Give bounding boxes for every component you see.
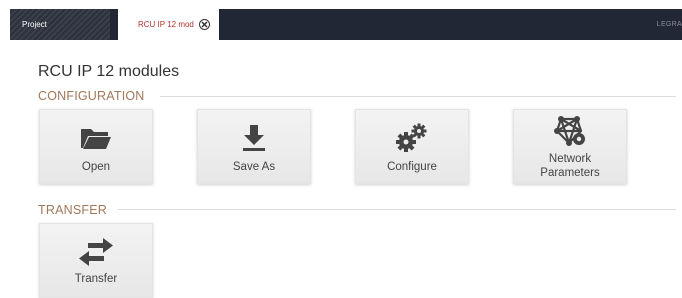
- download-icon: [198, 123, 310, 153]
- close-tab-icon[interactable]: [198, 19, 210, 30]
- section-divider: [118, 209, 676, 210]
- network-parameters-label: Network Parameters: [514, 152, 626, 180]
- section-divider: [160, 96, 676, 97]
- transfer-button[interactable]: Transfer: [39, 223, 153, 298]
- network-label-line1: Network: [548, 153, 592, 165]
- save-as-label: Save As: [232, 161, 276, 173]
- transfer-label: Transfer: [74, 273, 118, 285]
- gears-icon: [356, 123, 468, 153]
- network-gear-icon: [514, 116, 626, 146]
- open-button[interactable]: Open: [39, 109, 153, 184]
- network-parameters-button[interactable]: Network Parameters: [513, 109, 627, 184]
- network-label-line2: Parameters: [540, 167, 600, 179]
- brand-logo-text: LEGRA: [656, 21, 682, 28]
- open-label: Open: [81, 161, 111, 173]
- tab-rcu-label: RCU IP 12 mod: [138, 20, 194, 29]
- title-bar: Project RCU IP 12 mod LEGRA: [0, 0, 682, 40]
- save-as-button[interactable]: Save As: [197, 109, 311, 184]
- tab-strip: Project RCU IP 12 mod LEGRA: [10, 9, 682, 40]
- exchange-arrows-icon: [40, 237, 152, 267]
- tab-rcu-ip-12[interactable]: RCU IP 12 mod: [118, 9, 219, 40]
- section-configuration-label: CONFIGURATION: [38, 89, 145, 103]
- section-transfer-label: TRANSFER: [38, 203, 107, 217]
- tab-project-label: Project: [22, 20, 47, 29]
- tab-project[interactable]: Project: [10, 9, 110, 40]
- page-title: RCU IP 12 modules: [38, 63, 180, 80]
- configure-button[interactable]: Configure: [355, 109, 469, 184]
- folder-open-icon: [40, 123, 152, 153]
- configure-label: Configure: [387, 161, 437, 173]
